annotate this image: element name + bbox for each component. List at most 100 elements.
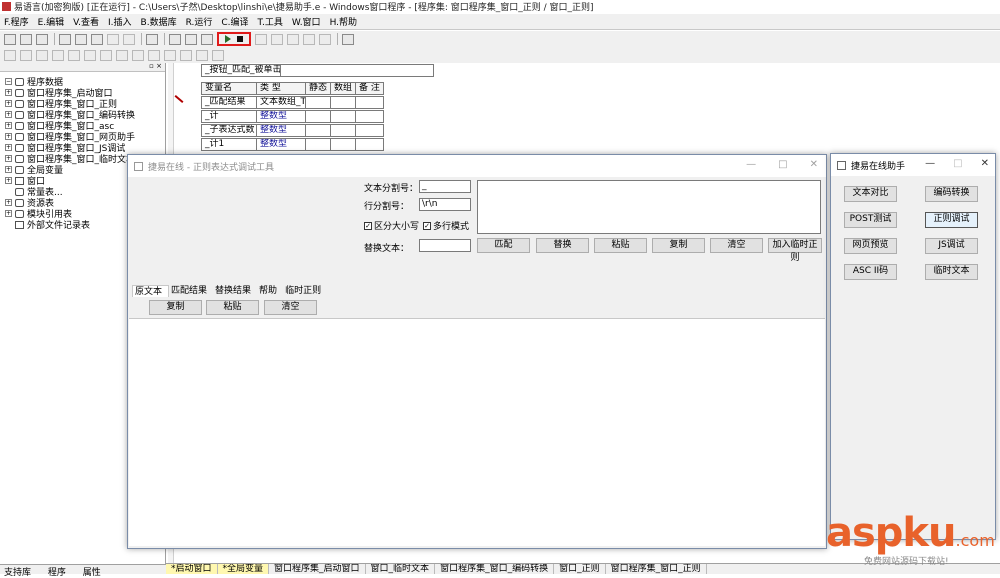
expand-icon[interactable]: + [5, 199, 12, 206]
minimize-icon[interactable]: — [746, 159, 756, 170]
align-bottom-icon[interactable] [84, 49, 96, 61]
copy-icon[interactable] [75, 33, 87, 45]
close-icon[interactable]: ✕ [810, 159, 818, 170]
menu-edit[interactable]: E.编辑 [38, 15, 65, 28]
center-v-icon[interactable] [196, 49, 208, 61]
tab-help[interactable]: 帮助 [257, 285, 283, 297]
tab-module-start[interactable]: 窗口程序集_启动窗口 [269, 564, 366, 574]
tab-source-text[interactable]: 原文本 [132, 285, 170, 297]
align-middle-icon[interactable] [68, 49, 80, 61]
save-icon[interactable] [36, 33, 48, 45]
binoculars-icon[interactable] [342, 33, 354, 45]
expand-icon[interactable]: + [5, 210, 12, 217]
step-out-icon[interactable] [287, 33, 299, 45]
menu-compile[interactable]: C.编译 [221, 15, 248, 28]
var-name-cell[interactable]: _子表达式数 [201, 124, 257, 137]
var-type-cell[interactable]: 整数型 [256, 110, 306, 123]
minimize-icon[interactable]: — [925, 158, 935, 169]
copy-button[interactable]: 复制 [652, 238, 705, 253]
tab-module-regex[interactable]: 窗口程序集_窗口_正则 [606, 564, 707, 574]
collapse-icon[interactable]: − [5, 78, 12, 85]
match-button[interactable]: 匹配 [477, 238, 530, 253]
window-layout-icon[interactable] [169, 33, 181, 45]
ascii-button[interactable]: ASC II码 [844, 264, 897, 280]
tab-regex-window[interactable]: 窗口_正则 [554, 564, 606, 574]
expand-icon[interactable]: + [5, 111, 12, 118]
text-compare-button[interactable]: 文本对比 [844, 186, 897, 202]
replace-input[interactable] [419, 239, 471, 252]
expand-icon[interactable]: + [5, 133, 12, 140]
tab-match-result[interactable]: 匹配结果 [169, 285, 213, 297]
expand-icon[interactable]: + [5, 144, 12, 151]
var-array-cell[interactable] [330, 138, 356, 151]
menu-insert[interactable]: I.插入 [108, 15, 132, 28]
align-center-icon[interactable] [20, 49, 32, 61]
case-sensitive-checkbox[interactable]: ✓ 区分大小写 [364, 219, 419, 232]
menu-database[interactable]: B.数据库 [141, 15, 177, 28]
sub-type-cell[interactable] [280, 64, 434, 77]
step-over-icon[interactable] [271, 33, 283, 45]
undo-icon[interactable] [107, 33, 119, 45]
var-static-cell[interactable] [305, 110, 331, 123]
expand-icon[interactable]: + [5, 177, 12, 184]
encoding-convert-button[interactable]: 编码转换 [925, 186, 978, 202]
redo-icon[interactable] [123, 33, 135, 45]
replace-button[interactable]: 替换 [536, 238, 589, 253]
hspace-icon[interactable] [148, 49, 160, 61]
paste-button[interactable]: 粘贴 [594, 238, 647, 253]
tab-properties[interactable]: 属性 [83, 568, 101, 578]
stop-icon[interactable] [237, 36, 243, 42]
center-h-icon[interactable] [180, 49, 192, 61]
window-tile-icon[interactable] [201, 33, 213, 45]
sub-name-cell[interactable]: _按钮_匹配_被单击 [201, 64, 281, 77]
maximize-icon[interactable]: □ [953, 158, 962, 169]
text-sep-input[interactable]: _ [419, 180, 471, 193]
tab-temp-text[interactable]: 窗口_临时文本 [366, 564, 436, 574]
menu-help[interactable]: H.帮助 [330, 15, 357, 28]
tab-temp-regex[interactable]: 临时正则 [283, 285, 327, 297]
tab-program[interactable]: 程序 [48, 568, 66, 578]
cut-icon[interactable] [59, 33, 71, 45]
tab-start-window[interactable]: *启动窗口 [166, 564, 218, 574]
menu-tools[interactable]: T.工具 [258, 15, 283, 28]
var-array-cell[interactable] [330, 110, 356, 123]
var-array-cell[interactable] [330, 124, 356, 137]
var-type-cell[interactable]: 文本数组_T [256, 96, 306, 109]
var-static-cell[interactable] [305, 96, 331, 109]
menu-window[interactable]: W.窗口 [292, 15, 321, 28]
add-temp-regex-button[interactable]: 加入临时正则 [768, 238, 822, 263]
window-split-icon[interactable] [185, 33, 197, 45]
align-left-icon[interactable] [4, 49, 16, 61]
js-debug-button[interactable]: JS调试 [925, 238, 978, 254]
clear-button[interactable]: 清空 [710, 238, 763, 253]
expand-icon[interactable]: + [5, 89, 12, 96]
close-icon[interactable]: ✕ [981, 158, 989, 169]
expand-icon[interactable]: + [5, 155, 12, 162]
var-static-cell[interactable] [305, 124, 331, 137]
multiline-checkbox[interactable]: ✓ 多行模式 [423, 219, 469, 232]
var-note-cell[interactable] [355, 124, 384, 137]
same-width-icon[interactable] [100, 49, 112, 61]
var-note-cell[interactable] [355, 96, 384, 109]
var-array-cell[interactable] [330, 96, 356, 109]
tab-global-vars[interactable]: *全局变量 [217, 564, 270, 574]
menu-run[interactable]: R.运行 [186, 15, 213, 28]
close-panel-icon[interactable]: ▫ × [149, 62, 162, 70]
expand-icon[interactable]: + [5, 122, 12, 129]
menu-view[interactable]: V.查看 [73, 15, 99, 28]
same-size-icon[interactable] [132, 49, 144, 61]
checkbox-checked-icon[interactable]: ✓ [364, 221, 372, 230]
tab-clear-button[interactable]: 清空 [264, 300, 317, 315]
var-name-cell[interactable]: _计1 [201, 138, 257, 151]
same-height-icon[interactable] [116, 49, 128, 61]
menu-program[interactable]: F.程序 [4, 15, 29, 28]
find-icon[interactable] [146, 33, 158, 45]
tab-replace-result[interactable]: 替换结果 [213, 285, 257, 297]
source-text-area[interactable] [129, 318, 825, 546]
align-top-icon[interactable] [52, 49, 64, 61]
grid-icon[interactable] [212, 49, 224, 61]
run-icon[interactable] [225, 35, 231, 43]
tab-support-lib[interactable]: 支持库 [4, 568, 31, 578]
var-static-cell[interactable] [305, 138, 331, 151]
vspace-icon[interactable] [164, 49, 176, 61]
